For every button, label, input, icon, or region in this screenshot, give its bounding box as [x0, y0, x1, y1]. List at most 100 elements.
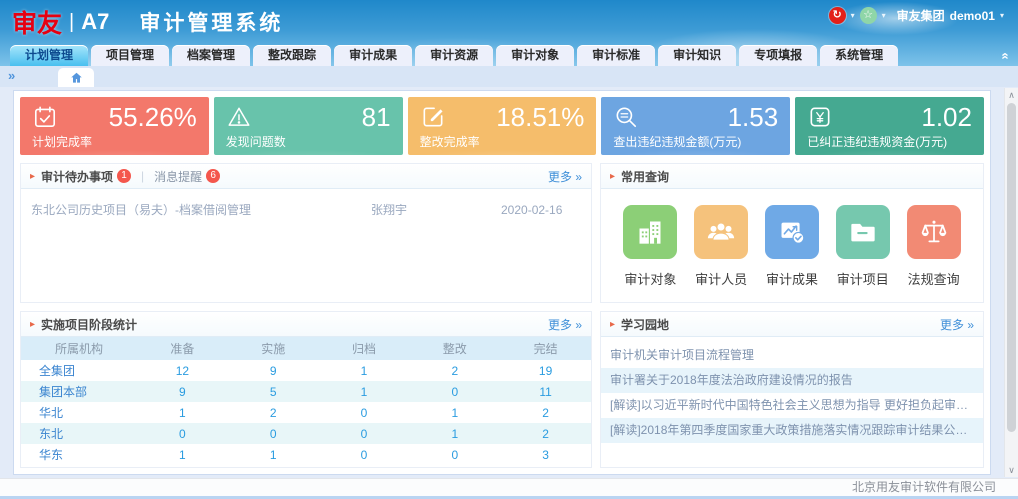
todo-more-link[interactable]: 更多 » — [548, 168, 582, 185]
tab-special-reporting[interactable]: 专项填报 — [739, 45, 817, 66]
stage-count[interactable]: 0 — [409, 444, 500, 465]
stage-count[interactable]: 11 — [500, 381, 591, 402]
stage-count[interactable]: 9 — [137, 381, 228, 402]
list-item[interactable]: 审计署关于2018年度法治政府建设情况的报告 — [601, 368, 983, 393]
list-item[interactable]: [解读]2018年第四季度国家重大政策措施落实情况跟踪审计结果公告解读 — [601, 418, 983, 443]
scroll-down-icon[interactable]: ∨ — [1005, 463, 1018, 477]
stage-count[interactable]: 0 — [409, 381, 500, 402]
stat-card-issues-found: 81 发现问题数 — [214, 97, 403, 155]
breadcrumb-bar: » — [0, 66, 1018, 87]
panel-bullet-icon: ▸ — [30, 171, 35, 182]
tab-archive-management[interactable]: 档案管理 — [172, 45, 250, 66]
stage-count[interactable]: 1 — [319, 360, 410, 381]
org-link[interactable]: 华东 — [21, 444, 137, 465]
stat-card-rectification-completion: 18.51% 整改完成率 — [408, 97, 597, 155]
todo-list-item[interactable]: 东北公司历史项目（易夫）-档案借阅管理 张翔宇 2020-02-16 — [21, 189, 591, 218]
quick-link-audit-objects[interactable]: 审计对象 — [615, 205, 685, 288]
username[interactable]: demo01 — [950, 9, 995, 23]
product-name: A7 — [81, 9, 109, 35]
list-item[interactable]: 审计机关审计项目流程管理 — [601, 343, 983, 368]
stage-count[interactable]: 1 — [319, 381, 410, 402]
quick-link-audit-projects[interactable]: 审计项目 — [828, 205, 898, 288]
stage-stats-more-link[interactable]: 更多 » — [548, 316, 582, 333]
quick-link-audit-personnel[interactable]: 审计人员 — [686, 205, 756, 288]
home-tab[interactable] — [58, 68, 94, 87]
stage-count[interactable]: 0 — [228, 423, 319, 444]
stat-value: 55.26% — [109, 102, 197, 133]
stage-count[interactable]: 12 — [137, 360, 228, 381]
quick-query-items: 审计对象 审计人员 — [601, 189, 983, 288]
favorite-star-icon[interactable]: ☆ — [860, 7, 877, 24]
learning-header: ▸ 学习园地 更多 » — [601, 312, 983, 337]
collapse-up-icon[interactable]: » — [994, 52, 1014, 59]
vertical-scrollbar[interactable]: ∧ ∨ — [1004, 88, 1018, 477]
edit-icon — [420, 104, 446, 135]
stage-count[interactable]: 5 — [228, 381, 319, 402]
org-link[interactable]: 集团本部 — [21, 381, 137, 402]
calendar-check-icon — [32, 104, 58, 135]
stat-value: 81 — [362, 102, 391, 133]
tab-audit-resources[interactable]: 审计资源 — [415, 45, 493, 66]
company-name: 北京用友审计软件有限公司 — [852, 480, 996, 494]
stage-count[interactable]: 3 — [500, 444, 591, 465]
todo-item-title[interactable]: 东北公司历史项目（易夫）-档案借阅管理 — [31, 201, 371, 218]
refresh-icon[interactable]: ↻ — [829, 7, 846, 24]
stage-count[interactable]: 2 — [409, 360, 500, 381]
folder-icon — [836, 205, 890, 259]
list-item[interactable]: [解读]以习近平新时代中国特色社会主义思想为指导 更好担负起审计工作新职责新..… — [601, 393, 983, 418]
org-link[interactable]: 全集团 — [21, 360, 137, 381]
stat-cards-row: 55.26% 计划完成率 81 发现问题数 18.51% — [20, 97, 984, 155]
stage-count[interactable]: 2 — [228, 402, 319, 423]
tab-audit-standards[interactable]: 审计标准 — [577, 45, 655, 66]
home-icon — [69, 71, 84, 85]
chevron-down-icon[interactable]: ▾ — [1000, 11, 1004, 20]
stage-count[interactable]: 0 — [137, 423, 228, 444]
tab-audit-results[interactable]: 审计成果 — [334, 45, 412, 66]
scrollbar-thumb[interactable] — [1007, 103, 1016, 432]
scroll-up-icon[interactable]: ∧ — [1005, 88, 1018, 102]
chevron-down-icon[interactable]: ▾ — [851, 11, 855, 20]
learning-panel: ▸ 学习园地 更多 » 审计机关审计项目流程管理 审计署关于2018年度法治政府… — [600, 311, 984, 468]
stage-stats-panel: ▸ 实施项目阶段统计 更多 » 所属机构 准备 实施 归档 整改 完结 — [20, 311, 592, 468]
stage-count[interactable]: 1 — [137, 402, 228, 423]
chevron-down-icon[interactable]: ▾ — [882, 11, 886, 20]
learning-more-link[interactable]: 更多 » — [940, 316, 974, 333]
stage-count[interactable]: 1 — [228, 444, 319, 465]
org-link[interactable]: 华北 — [21, 402, 137, 423]
stage-count[interactable]: 2 — [500, 423, 591, 444]
stage-count[interactable]: 1 — [409, 423, 500, 444]
currency-icon — [807, 104, 833, 135]
tab-project-management[interactable]: 项目管理 — [91, 45, 169, 66]
stat-value: 1.53 — [728, 102, 779, 133]
tab-system-management[interactable]: 系统管理 — [820, 45, 898, 66]
scales-icon — [907, 205, 961, 259]
stage-count[interactable]: 0 — [319, 402, 410, 423]
tab-audit-knowledge[interactable]: 审计知识 — [658, 45, 736, 66]
stage-count[interactable]: 0 — [319, 444, 410, 465]
table-row: 东北 0 0 0 1 2 — [21, 423, 591, 444]
todo-item-person: 张翔宇 — [371, 201, 501, 218]
stage-count[interactable]: 0 — [319, 423, 410, 444]
org-name[interactable]: 审友集团 — [897, 7, 945, 24]
table-row: 华北 1 2 0 1 2 — [21, 402, 591, 423]
stage-count[interactable]: 2 — [500, 402, 591, 423]
stage-count[interactable]: 1 — [137, 444, 228, 465]
tab-audit-objects[interactable]: 审计对象 — [496, 45, 574, 66]
table-header-row: 所属机构 准备 实施 归档 整改 完结 — [21, 337, 591, 360]
todo-panel: ▸ 审计待办事项 1 | 消息提醒 6 更多 » 东北公司历史项目（易夫）-档案… — [20, 163, 592, 303]
stage-count[interactable]: 9 — [228, 360, 319, 381]
expand-right-icon[interactable]: » — [8, 68, 15, 83]
stat-card-corrected-funds: 1.02 已纠正违纪违规资金(万元) — [795, 97, 984, 155]
todo-tab[interactable]: 审计待办事项 — [41, 168, 113, 185]
panel-bullet-icon: ▸ — [610, 171, 615, 182]
messages-tab[interactable]: 消息提醒 — [154, 168, 202, 185]
tab-plan-management[interactable]: 计划管理 — [10, 45, 88, 66]
tab-rectification-tracking[interactable]: 整改跟踪 — [253, 45, 331, 66]
stage-count[interactable]: 1 — [409, 402, 500, 423]
quick-link-regulation-query[interactable]: 法规查询 — [899, 205, 969, 288]
quick-link-audit-results[interactable]: 审计成果 — [757, 205, 827, 288]
top-header: 审友 | A7 审计管理系统 ↻ ▾ ☆ ▾ 审友集团 demo01 ▾ 计划管… — [0, 0, 1018, 66]
panel-bullet-icon: ▸ — [30, 319, 35, 330]
stage-count[interactable]: 19 — [500, 360, 591, 381]
org-link[interactable]: 东北 — [21, 423, 137, 444]
